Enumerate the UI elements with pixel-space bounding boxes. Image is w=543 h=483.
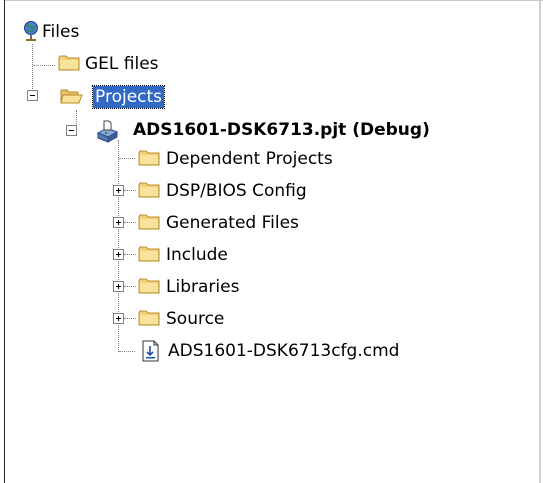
collapse-toggle[interactable] bbox=[66, 125, 77, 136]
panel-border-top bbox=[4, 0, 543, 1]
expand-toggle[interactable] bbox=[113, 249, 124, 260]
folder-icon bbox=[138, 148, 160, 168]
project-file-icon bbox=[95, 120, 119, 143]
tree-item-label: Include bbox=[166, 245, 228, 265]
folder-icon bbox=[138, 212, 160, 232]
tree-item-label: Dependent Projects bbox=[166, 149, 333, 169]
expand-toggle[interactable] bbox=[113, 217, 124, 228]
panel-border-left bbox=[4, 0, 5, 483]
expand-toggle[interactable] bbox=[113, 185, 124, 196]
tree-line bbox=[124, 254, 136, 255]
open-folder-icon bbox=[60, 86, 83, 106]
folder-icon bbox=[138, 276, 160, 296]
tree-item-label: ADS1601-DSK6713.pjt (Debug) bbox=[133, 120, 430, 140]
tree-item-label: Generated Files bbox=[166, 213, 299, 233]
folder-icon bbox=[138, 244, 160, 264]
tree-item-label: Projects bbox=[91, 85, 166, 109]
tree-item-label: GEL files bbox=[85, 54, 159, 74]
tree-line bbox=[33, 65, 55, 66]
expand-toggle[interactable] bbox=[113, 313, 124, 324]
tree-line bbox=[124, 190, 136, 191]
tree-line bbox=[119, 158, 135, 159]
tree-item-label: Libraries bbox=[166, 277, 240, 297]
tree-line bbox=[124, 318, 136, 319]
tree-line bbox=[124, 286, 136, 287]
tree-root-label: Files bbox=[42, 22, 80, 42]
folder-icon bbox=[138, 180, 160, 200]
tree-item-label: DSP/BIOS Config bbox=[166, 181, 307, 201]
file-tree-panel: Files GEL files Projects ADS1601-DSK6713… bbox=[0, 0, 543, 483]
cmd-file-icon bbox=[141, 340, 163, 362]
folder-icon bbox=[138, 308, 160, 328]
panel-border-right bbox=[539, 0, 541, 483]
folder-icon bbox=[58, 53, 80, 73]
collapse-toggle[interactable] bbox=[27, 90, 38, 101]
globe-pin-icon bbox=[20, 20, 42, 41]
tree-line bbox=[119, 351, 135, 352]
expand-toggle[interactable] bbox=[113, 281, 124, 292]
tree-line bbox=[124, 222, 136, 223]
tree-item-label: Source bbox=[166, 309, 225, 329]
tree-item-label: ADS1601-DSK6713cfg.cmd bbox=[168, 341, 400, 361]
